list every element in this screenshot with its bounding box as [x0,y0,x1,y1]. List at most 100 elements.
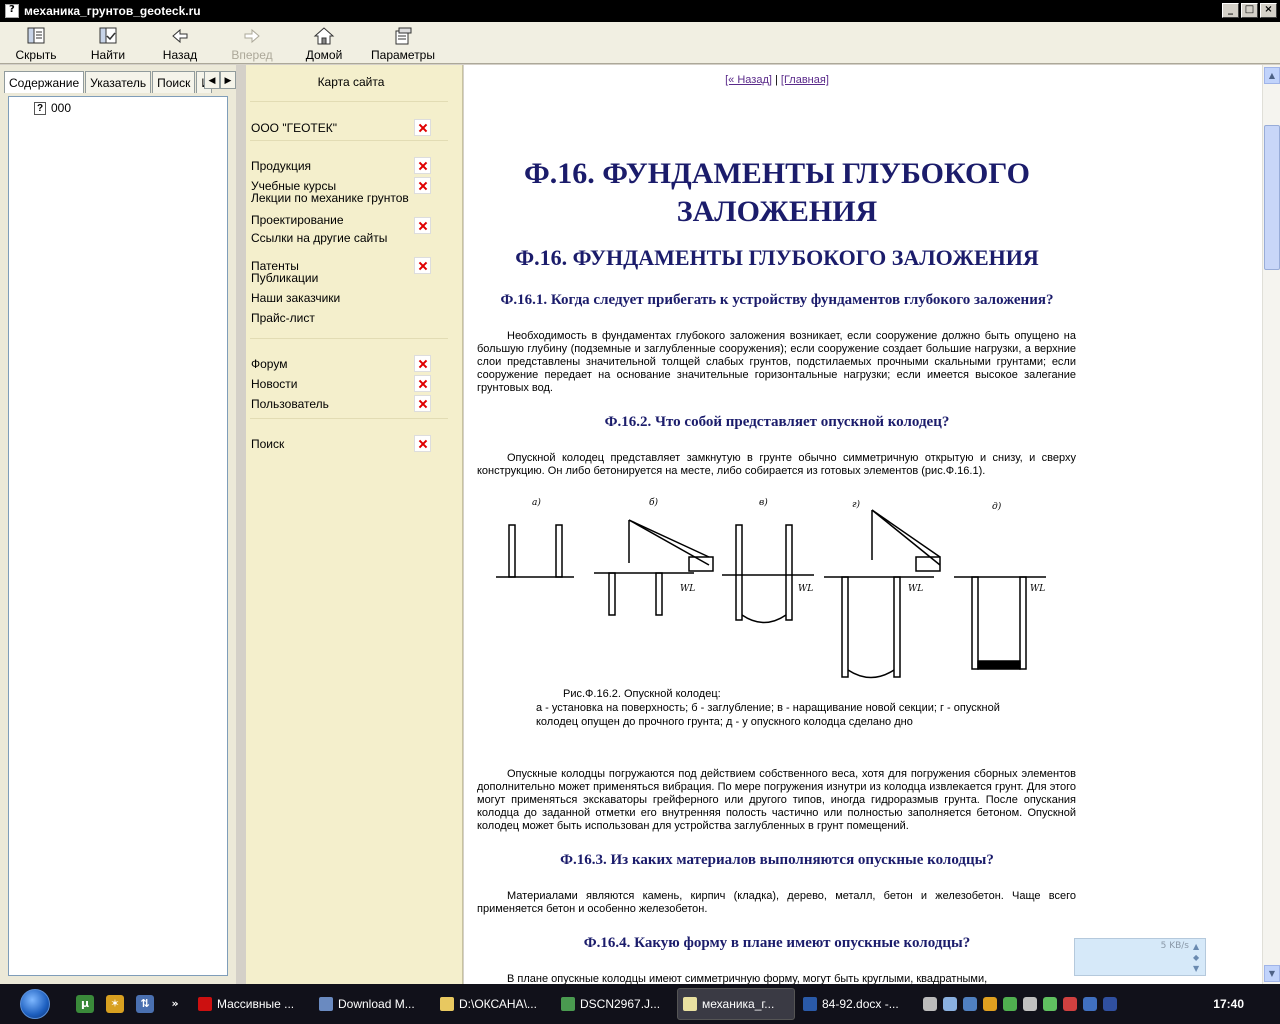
scroll-down-icon[interactable]: ▼ [1264,965,1280,982]
tray-icon[interactable] [943,997,957,1011]
tray-icon[interactable] [1103,997,1117,1011]
sitemap-divider [250,418,448,419]
windows-logo-icon [20,989,50,1019]
task-label: Массивные ... [217,997,295,1011]
sitemap-item-design[interactable]: Проектирование [251,213,344,227]
page-title: Ф.16. ФУНДАМЕНТЫ ГЛУБОКОГО ЗАЛОЖЕНИЯ [524,157,1030,228]
sitemap-item-products[interactable]: Продукция [251,159,311,173]
tray-icon[interactable] [1003,997,1017,1011]
back-button[interactable]: Назад [144,22,216,63]
task-label: DSCN2967.J... [580,997,661,1011]
tab-contents[interactable]: Содержание [4,71,85,93]
sitemap-item-publications[interactable]: Публикации [251,271,318,285]
figure-caption: Рис.Ф.16.2. Опускной колодец: а - устано… [536,687,1036,729]
subsection-title-1: Ф.16.1. Когда следует прибегать к устрой… [500,292,1054,308]
task-folder[interactable]: D:\ОКСАНА\... [435,988,553,1020]
network-icon[interactable]: ⇅ [136,995,154,1013]
figure-caption-text: а - установка на поверхность; б - заглуб… [536,702,1000,728]
home-button[interactable]: Домой [288,22,360,63]
folder-icon [440,997,454,1011]
tab-search[interactable]: Поиск [152,71,196,93]
locate-icon [99,27,117,44]
quicklaunch-more-icon[interactable]: » [166,995,184,1013]
close-x-icon[interactable] [414,257,431,274]
download-icon [319,997,333,1011]
minimize-button[interactable]: _ [1222,3,1239,18]
back-link[interactable]: [« Назад] [725,74,772,86]
opera-icon [198,997,212,1011]
image-icon [561,997,575,1011]
figure-label-a: а) [532,497,541,508]
speed-arrows-icon[interactable]: ▲ ◆ ▼ [1193,941,1203,974]
task-help[interactable]: механика_г... [677,988,795,1020]
toolbar: Скрыть Найти Назад Вперед Домой Параметр… [0,22,1280,64]
close-x-icon[interactable] [414,435,431,452]
subsection-title-3: Ф.16.3. Из каких материалов выполняются … [560,852,994,868]
tab-index[interactable]: Указатель [85,71,152,93]
tray-icon[interactable] [1063,997,1077,1011]
tray-icon[interactable] [923,997,937,1011]
task-download[interactable]: Download M... [314,988,432,1020]
close-x-icon[interactable] [414,157,431,174]
torrent-icon[interactable]: µ [76,995,94,1013]
sitemap-item-customers[interactable]: Наши заказчики [251,291,340,305]
close-x-icon[interactable] [414,395,431,412]
help-page-icon: ? [34,101,46,115]
help-app-icon [5,4,19,18]
home-link[interactable]: [Главная] [781,74,829,86]
start-button[interactable] [0,984,70,1024]
close-x-icon[interactable] [414,217,431,234]
tray-icon[interactable] [1083,997,1097,1011]
hide-button[interactable]: Скрыть [0,22,72,63]
water-level-label: WL [1030,584,1045,594]
locate-button[interactable]: Найти [72,22,144,63]
options-button[interactable]: Параметры [360,22,446,63]
sitemap-item-links[interactable]: Ссылки на другие сайты [251,231,387,245]
tab-scroll-left-icon[interactable]: ◀ [204,71,220,89]
subsection-title-4: Ф.16.4. Какую форму в плане имеют опускн… [583,935,971,951]
forward-button[interactable]: Вперед [216,22,288,63]
figure-label-c: в) [759,497,768,508]
sitemap-item-news[interactable]: Новости [251,377,297,391]
nav-tabs: Содержание Указатель Поиск И ◀ ▶ [4,71,236,93]
figure-label-d: г) [852,499,861,510]
task-label: D:\ОКСАНА\... [459,997,537,1011]
sitemap-item-forum[interactable]: Форум [251,357,287,371]
sitemap-divider [250,338,448,339]
content-scrollbar[interactable]: ▲ ▼ [1262,65,1280,984]
close-x-icon[interactable] [414,355,431,372]
maximize-button[interactable]: □ [1241,3,1258,18]
scroll-thumb[interactable] [1264,125,1280,270]
tray-icon[interactable] [983,997,997,1011]
task-image[interactable]: DSCN2967.J... [556,988,674,1020]
quicklaunch-icon[interactable]: ✶ [106,995,124,1013]
contents-tree[interactable]: ? 000 [8,96,228,976]
caisson-figure: а) б) в) г) д) WL WL WL WL [496,497,1046,679]
tray-icon[interactable] [1043,997,1057,1011]
tray-icon[interactable] [963,997,977,1011]
close-x-icon[interactable] [414,119,431,136]
close-button[interactable]: × [1260,3,1277,18]
sitemap-item-user[interactable]: Пользователь [251,397,329,411]
task-word[interactable]: 84-92.docx -... [798,988,916,1020]
close-x-icon[interactable] [414,375,431,392]
paragraph-5: В плане опускные колодцы имеют симметрич… [507,973,988,984]
pane-splitter[interactable] [236,65,246,984]
hide-button-label: Скрыть [15,48,57,62]
back-button-label: Назад [162,48,198,62]
tray-icon[interactable] [1023,997,1037,1011]
task-opera[interactable]: Массивные ... [193,988,311,1020]
water-level-label: WL [680,584,695,594]
sitemap-frame: Карта сайта ООО "ГЕОТЕК" Продукция Учебн… [246,65,463,984]
sitemap-item-geotek[interactable]: ООО "ГЕОТЕК" [251,121,337,135]
scroll-up-icon[interactable]: ▲ [1264,67,1280,84]
tree-item[interactable]: ? 000 [34,101,71,115]
subsection-title-2: Ф.16.2. Что собой представляет опускной … [604,414,950,430]
close-x-icon[interactable] [414,177,431,194]
sitemap-item-search[interactable]: Поиск [251,437,284,451]
back-arrow-icon [172,28,188,44]
sitemap-item-pricelist[interactable]: Прайс-лист [251,311,315,325]
sitemap-item-lectures[interactable]: Лекции по механике грунтов [251,191,409,205]
tab-scroll-right-icon[interactable]: ▶ [220,71,236,89]
figure-label-e: д) [992,501,1002,512]
